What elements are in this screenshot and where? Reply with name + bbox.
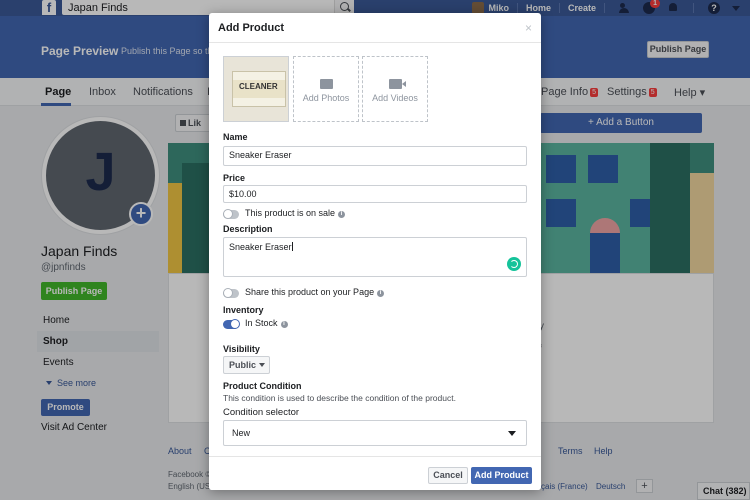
add-photos-label: Add Photos xyxy=(302,93,350,103)
visibility-dropdown[interactable]: Public xyxy=(223,356,270,374)
share-toggle[interactable] xyxy=(223,288,239,298)
product-condition-label: Product Condition xyxy=(223,381,302,391)
condition-selector-label: Condition selector xyxy=(223,407,300,418)
in-stock-text: In Stock xyxy=(245,318,278,328)
name-label: Name xyxy=(223,132,248,142)
product-photo-thumbnail[interactable]: CLEANER xyxy=(223,56,289,122)
on-sale-text: This product is on sale xyxy=(245,208,336,218)
in-stock-label: In Stock i xyxy=(245,318,288,328)
info-icon[interactable]: i xyxy=(280,321,288,328)
text-cursor xyxy=(291,242,293,251)
visibility-value: Public xyxy=(229,360,257,370)
add-product-button[interactable]: Add Product xyxy=(471,467,532,484)
chevron-down-icon xyxy=(259,363,266,367)
description-textarea[interactable]: Sneaker Eraser xyxy=(223,237,527,277)
photo-icon xyxy=(320,79,333,89)
info-icon[interactable]: i xyxy=(338,211,346,218)
close-icon[interactable]: × xyxy=(525,21,532,35)
condition-select[interactable]: New xyxy=(223,420,527,446)
price-label: Price xyxy=(223,173,246,183)
in-stock-toggle[interactable] xyxy=(223,319,240,329)
add-videos-label: Add Videos xyxy=(372,93,418,103)
share-text: Share this product on your Page xyxy=(245,287,375,297)
description-label: Description xyxy=(223,224,273,234)
price-input[interactable]: $10.00 xyxy=(223,185,527,203)
product-condition-description: This condition is used to describe the c… xyxy=(223,393,456,403)
dialog-footer: Cancel Add Product xyxy=(209,456,541,490)
video-camera-icon xyxy=(389,79,406,89)
name-input[interactable]: Sneaker Eraser xyxy=(223,146,527,166)
dialog-title: Add Product xyxy=(218,22,284,34)
chevron-down-icon xyxy=(508,431,516,436)
cancel-button[interactable]: Cancel xyxy=(428,467,468,484)
visibility-label: Visibility xyxy=(223,344,260,354)
dialog-header: Add Product × xyxy=(209,13,541,43)
on-sale-label: This product is on sale i xyxy=(245,208,346,218)
add-videos-button[interactable]: Add Videos xyxy=(362,56,428,122)
inventory-label: Inventory xyxy=(223,305,264,315)
on-sale-toggle[interactable] xyxy=(223,209,239,219)
info-icon[interactable]: i xyxy=(377,290,385,297)
add-product-dialog: Add Product × CLEANER Add Photos Add Vid… xyxy=(209,13,541,490)
eraser-label-text: CLEANER xyxy=(239,82,278,91)
add-photos-button[interactable]: Add Photos xyxy=(293,56,359,122)
grammarly-icon[interactable] xyxy=(507,257,521,271)
product-image: CLEANER xyxy=(232,71,286,107)
condition-value: New xyxy=(232,428,251,438)
description-value: Sneaker Eraser xyxy=(229,242,292,252)
share-label: Share this product on your Page i xyxy=(245,287,385,297)
